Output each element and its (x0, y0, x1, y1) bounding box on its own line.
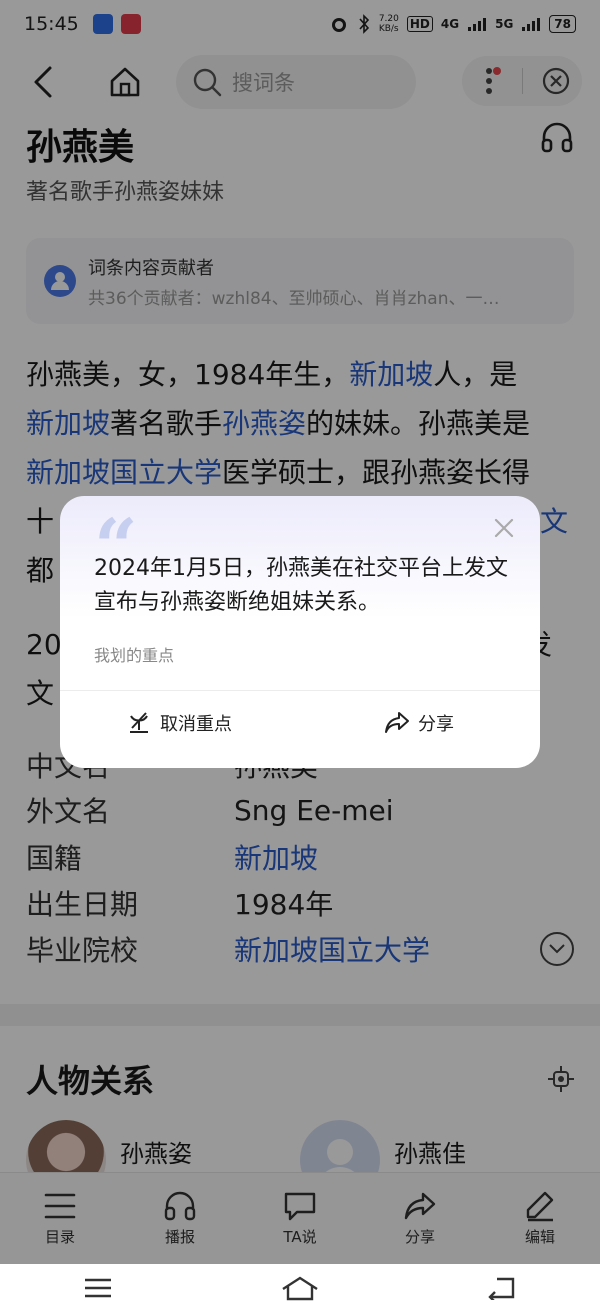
menu-icon (85, 1278, 112, 1297)
share-icon (385, 712, 409, 733)
remove-highlight-icon (130, 712, 148, 733)
highlight-popup: “ 2024年1月5日，孙燕美在社交平台上发文宣布与孙燕姿断绝姐妹关系。 我划的… (60, 496, 540, 768)
popup-divider (60, 690, 540, 691)
cancel-highlight-label: 取消重点 (160, 714, 232, 735)
system-menu-button[interactable] (83, 1276, 113, 1304)
home-icon (282, 1276, 318, 1300)
close-icon (494, 518, 514, 538)
share-highlight-label: 分享 (418, 714, 454, 735)
share-highlight-button[interactable]: 分享 (384, 710, 454, 736)
system-back-button[interactable] (487, 1276, 517, 1304)
popup-close-button[interactable] (490, 514, 518, 542)
highlight-caption: 我划的重点 (94, 646, 175, 665)
cancel-highlight-button[interactable]: 取消重点 (126, 710, 232, 736)
back-icon (487, 1277, 514, 1303)
system-navigation-bar (0, 1264, 600, 1315)
system-home-button[interactable] (280, 1275, 320, 1305)
highlight-text: 2024年1月5日，孙燕美在社交平台上发文宣布与孙燕姿断绝姐妹关系。 (94, 556, 508, 615)
